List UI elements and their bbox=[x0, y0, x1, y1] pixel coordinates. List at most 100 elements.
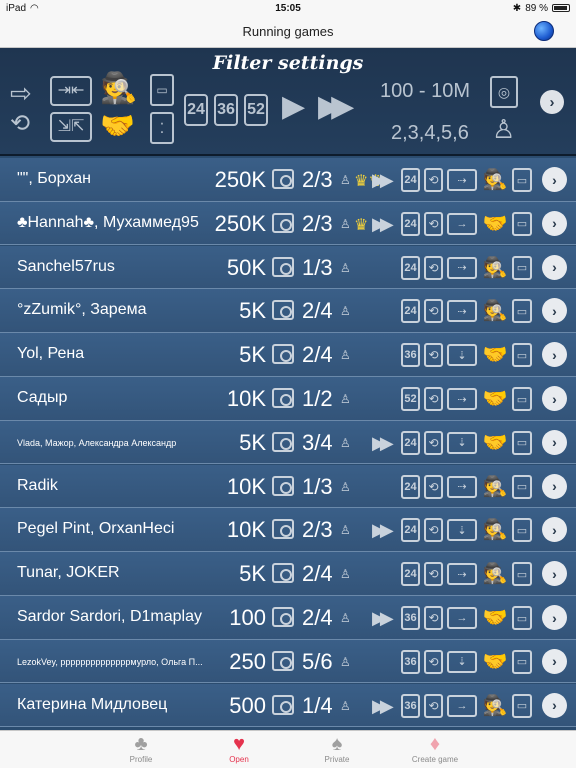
refresh-icon: ⟲ bbox=[424, 474, 443, 499]
game-row[interactable]: Sardor Sardori, D1maplayYT 100 2/4 ♙ ▶▶ 36 ⟲ → 🤝… bbox=[0, 596, 576, 640]
join-game-button[interactable]: › bbox=[542, 210, 567, 236]
fast-forward-icon: ▶▶ bbox=[372, 432, 394, 453]
money-icon bbox=[272, 475, 294, 496]
dice-icon[interactable]: ⁚ bbox=[150, 112, 174, 144]
join-game-button[interactable]: › bbox=[542, 473, 567, 499]
money-icon bbox=[272, 431, 294, 452]
wifi-icon: ◠ bbox=[30, 2, 39, 14]
join-game-button[interactable]: › bbox=[542, 692, 567, 718]
person-icon: ♙ bbox=[340, 698, 351, 713]
tab-bar: ♣ Profile ♥ Open ♠ Private ♦ Create game bbox=[0, 730, 576, 768]
game-mode-icon: ⇢ bbox=[447, 169, 477, 191]
refresh-icon: ⟲ bbox=[424, 649, 443, 674]
refresh-icon[interactable]: ⟲ bbox=[10, 112, 30, 136]
game-row[interactable]: Садыр 10K 1/2 ♙ 52 ⟲ ⇢ 🤝 ▭ › bbox=[0, 377, 576, 421]
game-mode-icon: ⇢ bbox=[447, 256, 477, 279]
refresh-icon: ⟲ bbox=[424, 299, 443, 324]
game-rule-icon: 🕵 bbox=[482, 256, 508, 279]
join-game-button[interactable]: › bbox=[542, 429, 567, 455]
deck-size-tile: 36 bbox=[401, 693, 420, 718]
cards-icon: ▭ bbox=[512, 387, 532, 411]
battery-percent: 89 % bbox=[525, 2, 548, 14]
game-players-names: Sanchel57rus bbox=[17, 257, 115, 275]
join-game-button[interactable]: › bbox=[542, 254, 567, 280]
person-icon: ♙ bbox=[492, 114, 516, 144]
join-game-button[interactable]: › bbox=[542, 386, 567, 411]
person-icon: ♙ bbox=[340, 392, 351, 406]
tab-profile[interactable]: ♣ Profile bbox=[111, 731, 171, 768]
cards-icon: ▭ bbox=[512, 518, 532, 543]
cards-icon: ▭ bbox=[512, 255, 532, 280]
globe-icon[interactable] bbox=[534, 21, 554, 41]
players-filter: 2,3,4,5,6 bbox=[391, 122, 469, 144]
filter-panel[interactable]: Filter settings ⇨ ⟲ ⇥⇤ ⇲⇱ 🕵 🤝 ▭ ⁚ 24 36 … bbox=[0, 48, 576, 156]
game-row[interactable]: ♣Hannah♣, Мухаммед95 250K 2/3 ♙ ♛ ▶▶ 24 ⟲ → 🤝 ▭ › bbox=[0, 201, 576, 246]
fast-forward-icon[interactable]: ▶▶ bbox=[318, 92, 354, 122]
game-row[interactable]: Катерина Мидловец 500 1/4 ♙ ▶▶ 36 ⟲ → 🕵 ▭ › bbox=[0, 683, 576, 728]
game-mode-icon: ⇣ bbox=[447, 344, 477, 367]
game-rule-icon: 🕵 bbox=[482, 169, 508, 191]
play-icon[interactable]: ▶ bbox=[282, 92, 305, 122]
filter-go-button[interactable]: › bbox=[540, 90, 564, 114]
join-game-button[interactable]: › bbox=[542, 561, 567, 587]
join-game-button[interactable]: › bbox=[542, 517, 567, 543]
game-row[interactable]: Vlada, Мажор, Александра Александр 5K 3/4 ♙… bbox=[0, 420, 576, 465]
refresh-icon: ⟲ bbox=[424, 430, 443, 455]
tab-open[interactable]: ♥ Open bbox=[209, 731, 269, 768]
deck-24-tile[interactable]: 24 bbox=[184, 94, 208, 126]
game-row[interactable]: °zZumik°, Зарема 5K 2/4 ♙ 24 ⟲ ⇢ 🕵 ▭ › bbox=[0, 289, 576, 333]
money-icon bbox=[272, 650, 294, 671]
game-row[interactable]: Pegel Pint, OrxanHeci 10K 2/3 ♙ ▶▶ 24 ⟲ ⇣ 🕵 ▭ › bbox=[0, 508, 576, 552]
game-players-names: Садыр bbox=[17, 389, 68, 406]
tab-create-game[interactable]: ♦ Create game bbox=[405, 731, 465, 768]
game-mode-icon: → bbox=[447, 212, 477, 235]
cards-icon: ▭ bbox=[512, 299, 532, 324]
handshake-icon[interactable]: 🤝 bbox=[100, 112, 135, 140]
person-icon: ♙ bbox=[340, 304, 351, 319]
game-mode-icon: ⇢ bbox=[447, 388, 477, 410]
game-players-names: "", Борхан bbox=[17, 170, 91, 187]
join-game-button[interactable]: › bbox=[542, 167, 567, 192]
deck-52-tile[interactable]: 52 bbox=[244, 94, 268, 126]
game-row[interactable]: Yol, Рена 5K 2/4 ♙ 36 ⟲ ⇣ 🤝 ▭ › bbox=[0, 333, 576, 377]
person-icon: ♙ bbox=[340, 479, 351, 494]
bluetooth-icon: ✱ bbox=[512, 2, 522, 14]
game-row[interactable]: LezokVey, ррррррррррррррмурло, Ольга П..… bbox=[0, 639, 576, 684]
game-mode-icon: ⇢ bbox=[447, 300, 477, 323]
game-list[interactable]: "", Борхан 250K 2/3 ♙ ♛♛ ▶▶ 24 ⟲ ⇢ 🕵 ▭ › ♣Hannah♣, М… bbox=[0, 158, 576, 730]
transfer-mode-icon[interactable]: ⇨ bbox=[10, 80, 32, 106]
throw-in-icon[interactable]: ⇥⇤ bbox=[50, 76, 92, 106]
game-player-count: 5/6 bbox=[302, 648, 333, 674]
deck-36-tile[interactable]: 36 bbox=[214, 94, 238, 126]
game-row[interactable]: "", Борхан 250K 2/3 ♙ ♛♛ ▶▶ 24 ⟲ ⇢ 🕵 ▭ › bbox=[0, 158, 576, 202]
game-mode-icon: ⇢ bbox=[447, 475, 477, 498]
person-icon: ♙ bbox=[340, 567, 351, 582]
game-row[interactable]: Sanchel57rus 50K 1/3 ♙ 24 ⟲ ⇢ 🕵 ▭ › bbox=[0, 245, 576, 290]
join-game-button[interactable]: › bbox=[542, 648, 567, 674]
refresh-icon: ⟲ bbox=[424, 387, 443, 411]
join-game-button[interactable]: › bbox=[542, 342, 567, 368]
money-icon bbox=[272, 694, 294, 715]
tab-private[interactable]: ♠ Private bbox=[307, 731, 367, 768]
game-players-names: Катерина Мидловец bbox=[17, 695, 168, 713]
refresh-icon: ⟲ bbox=[424, 693, 443, 718]
page-title: Running games bbox=[242, 24, 334, 39]
game-bet: 5K bbox=[239, 298, 266, 324]
deck-size-tile: 24 bbox=[401, 211, 420, 236]
person-icon: ♙ bbox=[340, 348, 351, 363]
game-row[interactable]: Tunar, JOKER 5K 2/4 ♙ 24 ⟲ ⇢ 🕵 ▭ › bbox=[0, 552, 576, 596]
person-icon: ♙ bbox=[340, 260, 351, 275]
join-game-button[interactable]: › bbox=[542, 298, 567, 324]
fast-forward-icon: ▶▶ bbox=[372, 608, 394, 628]
game-bet: 500 bbox=[229, 692, 266, 718]
game-mode-icon: ⇢ bbox=[447, 563, 477, 586]
throw-in-all-icon[interactable]: ⇲⇱ bbox=[50, 112, 92, 142]
fast-forward-icon: ▶▶ bbox=[372, 520, 394, 541]
person-icon: ♙ bbox=[340, 216, 351, 231]
join-game-button[interactable]: › bbox=[542, 605, 567, 630]
cards-icon[interactable]: ▭ bbox=[150, 74, 174, 106]
game-player-count: 2/3 bbox=[302, 210, 333, 236]
spade-icon: ♠ bbox=[331, 733, 343, 755]
cheater-icon[interactable]: 🕵 bbox=[100, 74, 137, 104]
game-row[interactable]: Radik 10K 1/3 ♙ 24 ⟲ ⇢ 🕵 ▭ › bbox=[0, 464, 576, 509]
